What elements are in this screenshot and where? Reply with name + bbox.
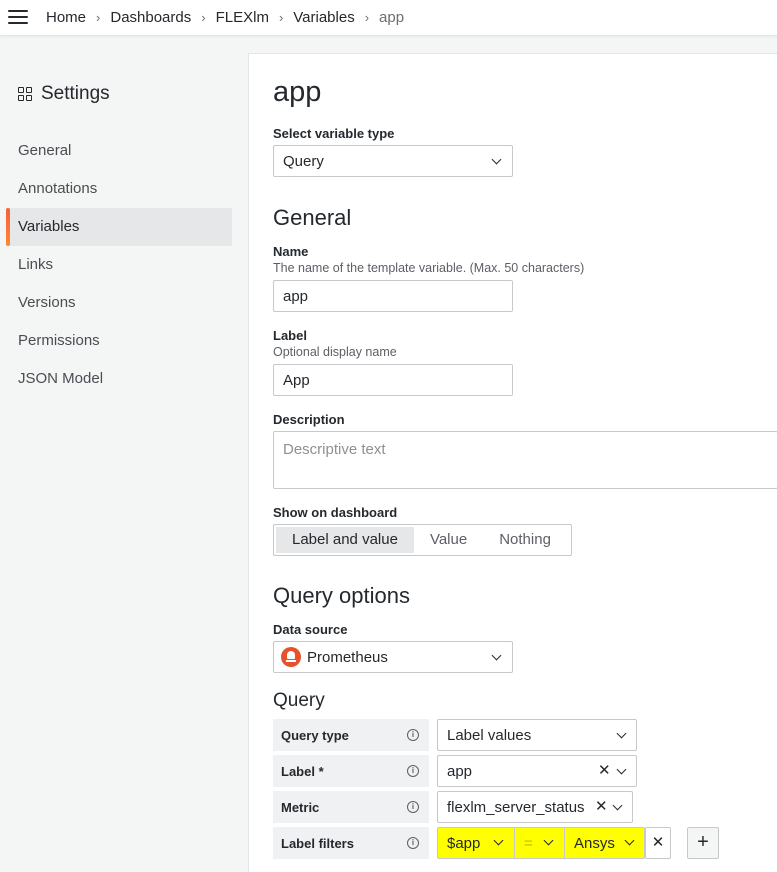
show-on-dashboard-label: Show on dashboard — [273, 505, 398, 520]
name-description: The name of the template variable. (Max.… — [273, 261, 585, 275]
description-textarea[interactable]: Descriptive text — [273, 431, 777, 489]
sidebar-item-permissions[interactable]: Permissions — [6, 322, 232, 360]
sidebar-item-general[interactable]: General — [6, 132, 232, 170]
chevron-down-icon — [616, 764, 627, 775]
breadcrumb-current: app — [379, 9, 405, 26]
sidebar-item-versions[interactable]: Versions — [6, 284, 232, 322]
label-filter-group: $app = Ansys — [437, 827, 645, 859]
chevron-right-icon: › — [364, 10, 370, 25]
radio-label-and-value[interactable]: Label and value — [276, 527, 414, 553]
add-filter-button[interactable]: + — [687, 827, 719, 859]
info-icon[interactable]: i — [407, 765, 419, 777]
variable-type-label: Select variable type — [273, 126, 395, 141]
data-source-select[interactable]: Prometheus — [273, 641, 513, 673]
show-on-dashboard-radio-group: Label and value Value Nothing — [273, 524, 572, 556]
breadcrumb-home[interactable]: Home — [46, 9, 86, 26]
sidebar-item-variables[interactable]: Variables — [6, 208, 232, 246]
sidebar-item-json-model[interactable]: JSON Model — [6, 360, 232, 398]
info-icon[interactable]: i — [407, 729, 419, 741]
chevron-down-icon — [543, 835, 554, 846]
breadcrumb: Home › Dashboards › FLEXlm › Variables ›… — [46, 9, 404, 26]
name-label: Name — [273, 244, 309, 259]
radio-value[interactable]: Value — [414, 527, 483, 553]
prometheus-icon — [281, 647, 301, 667]
query-options-heading: Query options — [273, 583, 410, 608]
clear-icon[interactable]: ✕ — [598, 763, 611, 778]
chevron-down-icon — [491, 650, 502, 661]
label-label: Label — [273, 328, 307, 343]
metric-select[interactable]: flexlm_server_status ✕ — [437, 791, 633, 823]
breadcrumb-dashboards[interactable]: Dashboards — [110, 9, 191, 26]
settings-sidebar: Settings General Annotations Variables L… — [0, 53, 248, 872]
metric-label: Metric i — [273, 791, 429, 823]
info-icon[interactable]: i — [407, 801, 419, 813]
page-title: app — [273, 76, 322, 108]
general-heading: General — [273, 205, 352, 230]
apps-icon — [18, 87, 32, 101]
menu-icon[interactable] — [8, 9, 28, 25]
chevron-right-icon: › — [278, 10, 284, 25]
query-type-label: Query type i — [273, 719, 429, 751]
chevron-down-icon — [616, 728, 627, 739]
description-label: Description — [273, 412, 345, 427]
clear-icon[interactable]: ✕ — [595, 799, 608, 814]
chevron-down-icon — [624, 835, 635, 846]
remove-filter-button[interactable]: ✕ — [645, 827, 671, 859]
label-description: Optional display name — [273, 345, 397, 359]
chevron-down-icon — [493, 835, 504, 846]
breadcrumb-flexlm[interactable]: FLEXlm — [216, 9, 269, 26]
breadcrumb-variables[interactable]: Variables — [293, 9, 354, 26]
settings-nav: General Annotations Variables Links Vers… — [6, 132, 232, 398]
settings-title: Settings — [18, 83, 110, 105]
info-icon[interactable]: i — [407, 837, 419, 849]
filter-key-select[interactable]: $app — [438, 828, 515, 858]
label-filters-label: Label filters i — [273, 827, 429, 859]
variable-type-select[interactable]: Query — [273, 145, 513, 177]
chevron-down-icon — [491, 154, 502, 165]
query-heading: Query — [273, 690, 325, 711]
chevron-down-icon — [612, 800, 623, 811]
filter-value-select[interactable]: Ansys — [565, 828, 645, 858]
label-input[interactable]: App — [273, 364, 513, 396]
radio-nothing[interactable]: Nothing — [483, 527, 567, 553]
chevron-right-icon: › — [201, 10, 206, 25]
sidebar-item-annotations[interactable]: Annotations — [6, 170, 232, 208]
data-source-label: Data source — [273, 622, 348, 637]
name-input[interactable]: app — [273, 280, 513, 312]
filter-operator-select[interactable]: = — [515, 828, 565, 858]
label-select[interactable]: app ✕ — [437, 755, 637, 787]
top-bar: Home › Dashboards › FLEXlm › Variables ›… — [0, 0, 777, 36]
query-type-select[interactable]: Label values — [437, 719, 637, 751]
sidebar-item-links[interactable]: Links — [6, 246, 232, 284]
chevron-right-icon: › — [96, 10, 101, 25]
variable-editor: app Select variable type Query General N… — [248, 53, 777, 872]
label-row-label: Label * i — [273, 755, 429, 787]
